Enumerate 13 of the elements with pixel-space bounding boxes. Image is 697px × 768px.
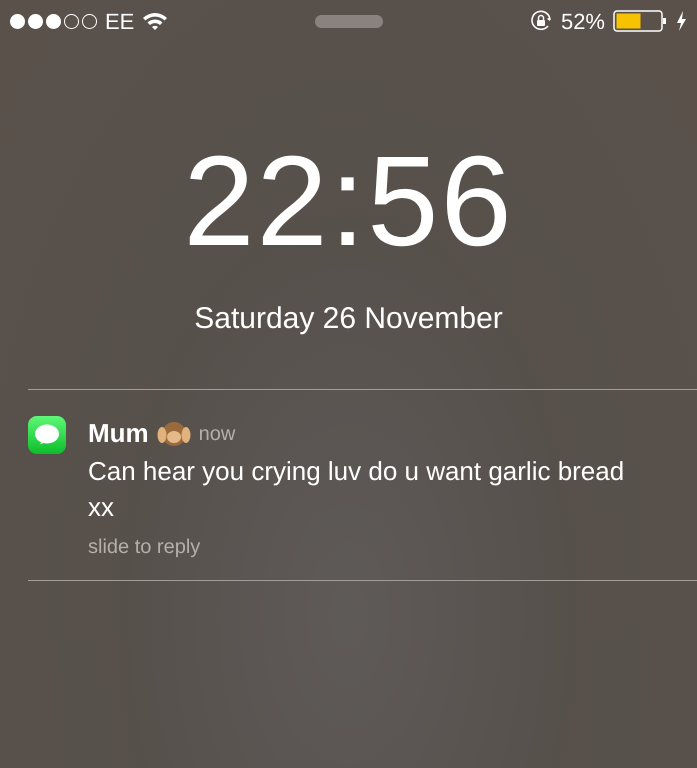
grabber-handle[interactable] bbox=[314, 14, 382, 28]
carrier-name: EE bbox=[105, 8, 134, 36]
wifi-icon bbox=[142, 11, 168, 31]
battery-icon bbox=[613, 9, 667, 33]
notification-time: now bbox=[198, 422, 236, 446]
battery-percentage: 52% bbox=[560, 8, 605, 36]
sender-name: Mum bbox=[88, 417, 149, 450]
date-label: Saturday 26 November bbox=[194, 301, 503, 337]
message-text: Can hear you crying luv do u want garlic bread xx bbox=[88, 455, 626, 524]
signal-icon bbox=[10, 14, 97, 28]
slide-to-reply-hint[interactable]: slide to reply bbox=[88, 532, 636, 562]
messages-app-icon bbox=[28, 416, 66, 454]
clock-time: 22:56 bbox=[183, 138, 514, 266]
